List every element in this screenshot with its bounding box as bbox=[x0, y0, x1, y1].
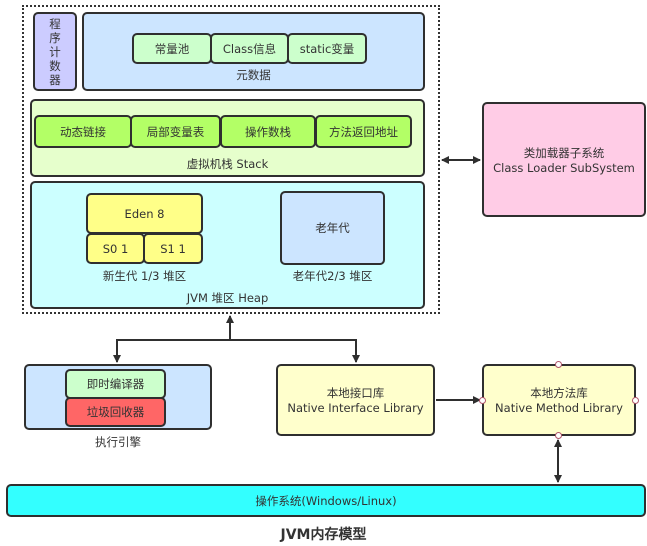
metadata-label: 元数据 bbox=[236, 68, 271, 82]
old-gen[interactable]: 老年代 bbox=[280, 191, 385, 265]
native-interface-label-en: Native Interface Library bbox=[287, 401, 424, 415]
stack-item-dynamic-linking[interactable]: 动态链接 bbox=[34, 115, 132, 148]
connection-point bbox=[479, 397, 486, 404]
class-loader-label-cn: 类加载器子系统 bbox=[523, 145, 605, 160]
survivor-s0[interactable]: S0 1 bbox=[86, 233, 145, 264]
class-loader-label-en: Class Loader SubSystem bbox=[493, 160, 635, 175]
jit-compiler[interactable]: 即时编译器 bbox=[65, 369, 166, 399]
native-interface-label-cn: 本地接口库 bbox=[326, 386, 385, 400]
program-counter-char: 数 bbox=[49, 58, 61, 73]
diagram-title: JVM内存模型 bbox=[280, 527, 367, 543]
operating-system[interactable]: 操作系统(Windows/Linux) bbox=[6, 484, 646, 517]
execution-engine-label: 执行引擎 bbox=[95, 435, 141, 449]
program-counter[interactable]: 程 序 计 数 器 bbox=[33, 12, 77, 91]
young-gen-label: 新生代 1/3 堆区 bbox=[102, 269, 187, 283]
arrow-to-native-interface bbox=[230, 339, 360, 363]
metadata-item-constant-pool[interactable]: 常量池 bbox=[132, 33, 212, 64]
metadata-item-static-vars[interactable]: static变量 bbox=[287, 33, 367, 64]
connection-point bbox=[555, 432, 562, 439]
stack-label: 虚拟机栈 Stack bbox=[186, 157, 269, 171]
native-method-label-cn: 本地方法库 bbox=[530, 386, 588, 400]
connection-point bbox=[632, 397, 639, 404]
metadata-item-class-info[interactable]: Class信息 bbox=[210, 33, 289, 64]
garbage-collector[interactable]: 垃圾回收器 bbox=[65, 397, 166, 427]
program-counter-char: 器 bbox=[49, 72, 61, 87]
stack-item-return-address[interactable]: 方法返回地址 bbox=[315, 115, 412, 148]
heap-label: JVM 堆区 Heap bbox=[186, 291, 269, 305]
program-counter-char: 序 bbox=[49, 30, 61, 45]
native-method-library[interactable]: 本地方法库 Native Method Library bbox=[482, 364, 636, 436]
program-counter-char: 程 bbox=[49, 16, 61, 31]
survivor-s1[interactable]: S1 1 bbox=[143, 233, 203, 264]
stack-item-local-variables[interactable]: 局部变量表 bbox=[130, 115, 221, 148]
native-method-label-en: Native Method Library bbox=[495, 401, 623, 415]
class-loader-subsystem[interactable]: 类加载器子系统 Class Loader SubSystem bbox=[482, 102, 646, 217]
arrow-to-execution-engine bbox=[113, 339, 230, 363]
program-counter-char: 计 bbox=[49, 44, 61, 59]
stack-item-operand-stack[interactable]: 操作数栈 bbox=[220, 115, 316, 148]
native-interface-library[interactable]: 本地接口库 Native Interface Library bbox=[276, 364, 435, 436]
old-gen-label: 老年代2/3 堆区 bbox=[292, 269, 373, 283]
eden-space[interactable]: Eden 8 bbox=[86, 193, 203, 234]
connection-point bbox=[555, 361, 562, 368]
